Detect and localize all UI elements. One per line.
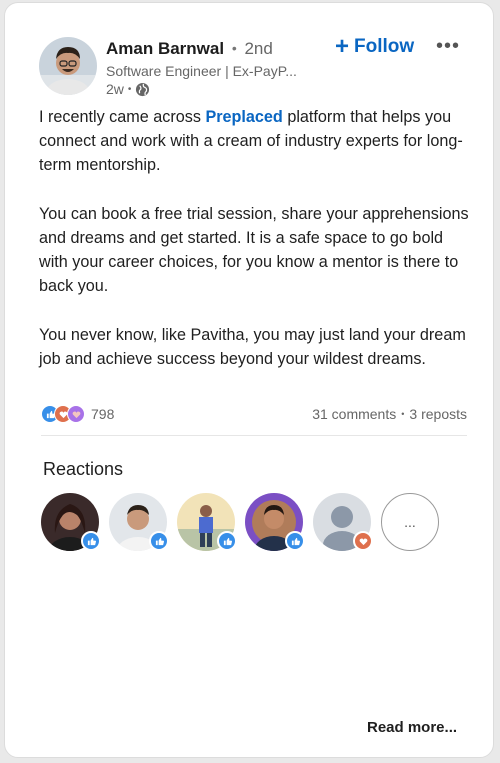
follow-label: Follow — [354, 36, 415, 57]
divider — [41, 435, 467, 436]
like-icon — [217, 531, 237, 551]
like-icon — [285, 531, 305, 551]
reaction-summary[interactable] — [41, 405, 85, 423]
reactors-list: ... — [41, 493, 439, 551]
reactor-avatar[interactable] — [177, 493, 237, 551]
reposts-count[interactable]: 3 reposts — [409, 406, 467, 422]
reactions-heading: Reactions — [43, 459, 124, 479]
post-body: I recently came across Preplaced platfor… — [39, 105, 469, 395]
name-separator: • — [231, 40, 237, 56]
like-icon — [149, 531, 169, 551]
meta-separator: • — [127, 83, 132, 95]
post-paragraph: I recently came across Preplaced platfor… — [39, 105, 469, 178]
like-icon — [81, 531, 101, 551]
post-card: Aman Barnwal • 2nd Software Engineer | E… — [4, 2, 494, 758]
support-icon — [67, 405, 85, 423]
social-separator: • — [401, 409, 405, 419]
reactor-avatar[interactable] — [109, 493, 169, 551]
comments-count[interactable]: 31 comments — [312, 406, 396, 422]
reactor-avatar[interactable] — [41, 493, 101, 551]
para1-text-start: I recently came across — [39, 108, 206, 126]
author-name[interactable]: Aman Barnwal — [106, 39, 224, 58]
more-options-button[interactable]: ••• — [436, 35, 460, 58]
more-reactors-button[interactable]: ... — [381, 493, 439, 551]
plus-icon: + — [335, 33, 350, 60]
love-icon — [353, 531, 373, 551]
post-time: 2w — [106, 81, 124, 97]
reactor-avatar[interactable] — [245, 493, 305, 551]
reaction-count[interactable]: 798 — [91, 406, 114, 422]
author-name-row: Aman Barnwal • 2nd — [106, 39, 273, 59]
author-avatar[interactable] — [39, 37, 97, 95]
post-meta: 2w • — [106, 81, 150, 97]
preplaced-link[interactable]: Preplaced — [205, 108, 282, 126]
reactor-avatar[interactable] — [313, 493, 373, 551]
globe-icon — [135, 82, 150, 97]
post-paragraph: You never know, like Pavitha, you may ju… — [39, 325, 466, 368]
connection-degree: 2nd — [244, 39, 273, 58]
read-more-link[interactable]: Read more... — [367, 719, 457, 736]
follow-button[interactable]: + Follow — [335, 35, 414, 59]
post-paragraph: You can book a free trial session, share… — [39, 204, 469, 296]
social-counts: 798 31 comments • 3 reposts — [41, 403, 467, 425]
author-headline: Software Engineer | Ex-PayP... — [106, 63, 297, 79]
social-right: 31 comments • 3 reposts — [312, 406, 467, 422]
